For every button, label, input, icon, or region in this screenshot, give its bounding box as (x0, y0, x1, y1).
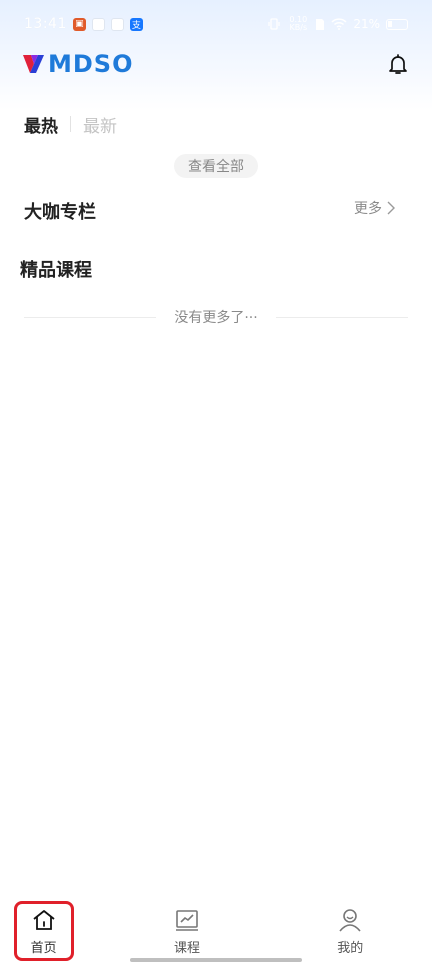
home-indicator[interactable] (130, 958, 302, 962)
network-speed: 0.10 KB/s (289, 15, 308, 32)
nav-home-label: 首页 (30, 940, 57, 956)
bottom-nav: 首页 课程 我的 (0, 898, 432, 964)
tab-divider (70, 116, 71, 132)
courses-section-title: 精品课程 (20, 260, 92, 281)
profile-icon (339, 908, 361, 932)
nav-home[interactable]: 首页 (13, 901, 74, 961)
nav-courses-label: 课程 (173, 940, 200, 956)
battery-percent: 21% (353, 17, 380, 31)
more-label: 更多 (354, 201, 382, 217)
cloud-notification-icon (91, 17, 105, 31)
course-chart-icon (175, 909, 198, 931)
vibrate-icon (268, 18, 280, 30)
tab-newest[interactable]: 最新 (83, 112, 117, 137)
wifi-icon (331, 18, 347, 30)
divider-line-left (24, 316, 157, 318)
columns-section-title: 大咖专栏 (24, 202, 96, 223)
nav-profile-label: 我的 (337, 940, 364, 956)
status-right: 0.10 KB/s 21% (267, 16, 408, 32)
no-more-text: 没有更多了··· (174, 310, 258, 326)
app-notification-icon: ▣ (72, 17, 86, 31)
tab-hottest[interactable]: 最热 (24, 112, 58, 137)
app-logo: MDSO (22, 50, 134, 78)
message-notification-icon (110, 17, 124, 31)
columns-more-link[interactable]: 更多 (354, 198, 396, 218)
app-header: MDSO (0, 44, 432, 84)
status-time: 13:41 (24, 16, 67, 32)
view-all-button[interactable]: 查看全部 (174, 154, 258, 178)
logo-text: MDSO (48, 50, 134, 78)
status-bar: 13:41 ▣ 支 0.10 KB/s 21% (0, 0, 432, 48)
battery-icon (386, 18, 408, 30)
sim-icon (316, 18, 325, 30)
divider-line-right (275, 316, 409, 318)
home-icon (33, 909, 55, 930)
alipay-notification-icon: 支 (129, 17, 143, 31)
nav-courses[interactable]: 课程 (137, 901, 237, 961)
nav-profile[interactable]: 我的 (300, 901, 400, 961)
chevron-right-icon (387, 201, 395, 215)
no-more-divider: 没有更多了··· (24, 306, 409, 328)
notification-bell-icon[interactable] (386, 52, 410, 76)
logo-mark-icon (23, 55, 44, 73)
feed-tabs: 最热 最新 (24, 112, 117, 137)
status-left: 13:41 ▣ 支 (24, 16, 143, 32)
